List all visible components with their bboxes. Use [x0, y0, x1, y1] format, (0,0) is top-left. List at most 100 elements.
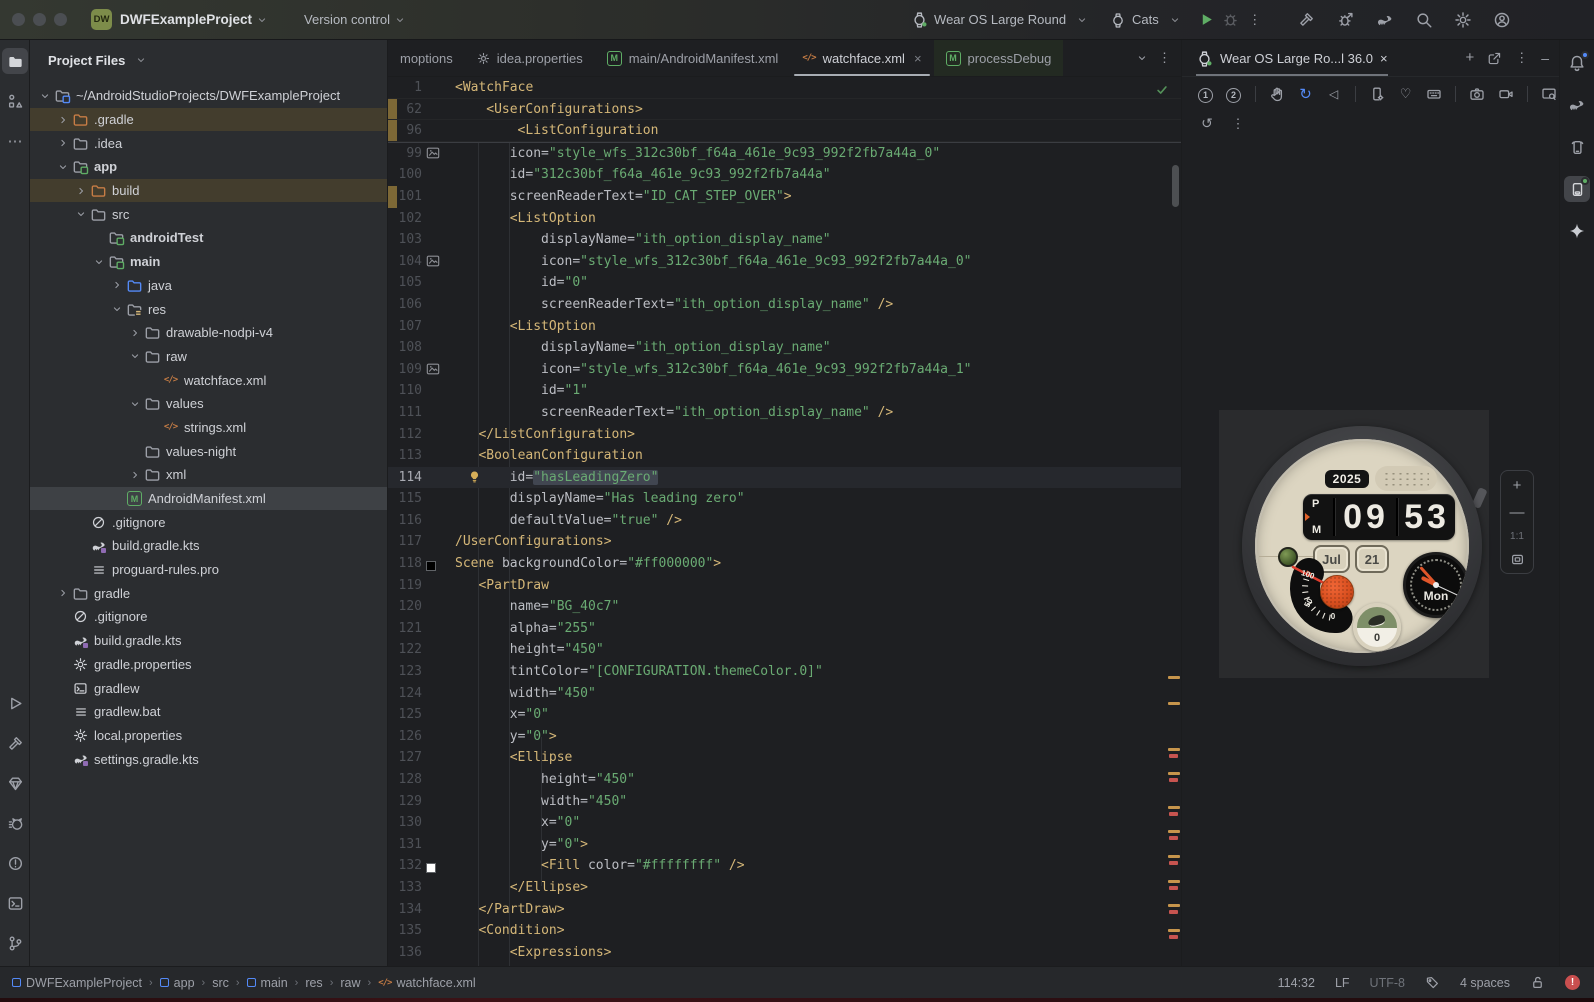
code-line-109[interactable]: 109 icon="style_wfs_312c30bf_f64a_461e_9c… [388, 359, 1181, 381]
chevron-right-icon[interactable] [54, 137, 71, 149]
tree-row-values-night[interactable]: values-night [30, 439, 387, 463]
code-line-118[interactable]: 118 Scene backgroundColor="#ff000000"> [388, 553, 1181, 575]
hide-panel-button[interactable]: – [1541, 50, 1549, 66]
git-branch-button[interactable] [2, 930, 28, 956]
more-actions-button[interactable]: ⋮ [1243, 8, 1267, 32]
error-stripe-mark[interactable] [1169, 886, 1178, 890]
code-line-121[interactable]: 121 alpha="255" [388, 618, 1181, 640]
maximize-window-button[interactable] [54, 13, 67, 26]
code-line-136[interactable]: 136 <Expressions> [388, 942, 1181, 964]
tree-row-app[interactable]: app [30, 155, 387, 179]
error-stripe-mark[interactable] [1169, 812, 1178, 816]
code-line-104[interactable]: 104 icon="style_wfs_312c30bf_f64a_461e_9c… [388, 251, 1181, 273]
chevron-right-icon[interactable] [54, 587, 71, 599]
tree-row-raw[interactable]: raw [30, 345, 387, 369]
breadcrumb-watchface-xml[interactable]: </> watchface.xml [378, 976, 475, 990]
device-tab[interactable]: Wear OS Large Ro...l 36.0 × [1196, 40, 1388, 76]
error-stripe-mark[interactable] [1169, 778, 1178, 782]
chevron-right-icon[interactable] [54, 114, 71, 126]
line-ending[interactable]: LF [1335, 976, 1350, 990]
code-line-111[interactable]: 111 screenReaderText="ith_option_display_… [388, 402, 1181, 424]
breadcrumb-app[interactable]: app [159, 976, 195, 990]
chevron-down-icon[interactable] [90, 256, 107, 268]
tree-row-build-gradle-kts[interactable]: build.gradle.kts [30, 629, 387, 653]
tree-row-java[interactable]: java [30, 274, 387, 298]
breadcrumb-main[interactable]: main [246, 976, 288, 990]
code-line-107[interactable]: 107 <ListOption [388, 316, 1181, 338]
more-button[interactable]: ⋯ [2, 128, 28, 154]
zoom-fit-button[interactable] [1510, 552, 1525, 567]
code-line-130[interactable]: 130 x="0" [388, 812, 1181, 834]
tree-row-strings-xml[interactable]: </> strings.xml [30, 416, 387, 440]
project-view-selector[interactable]: Project Files [48, 53, 125, 68]
circle-1-button[interactable]: 1 [1196, 83, 1215, 105]
close-tab-button[interactable]: × [914, 51, 922, 66]
warning-stripe-mark[interactable] [1168, 929, 1180, 932]
warning-stripe-mark[interactable] [1168, 748, 1180, 751]
warning-stripe-mark[interactable] [1168, 904, 1180, 907]
structure-button[interactable] [2, 88, 28, 114]
chevron-right-icon[interactable] [72, 185, 89, 197]
code-line-112[interactable]: 112 </ListConfiguration> [388, 424, 1181, 446]
tree-row-gradlew-bat[interactable]: gradlew.bat [30, 700, 387, 724]
phone-settings-button[interactable] [1368, 83, 1387, 105]
warning-stripe-mark[interactable] [1168, 855, 1180, 858]
tree-row-values[interactable]: values [30, 392, 387, 416]
warning-stripe-mark[interactable] [1168, 880, 1180, 883]
code-line-117[interactable]: 117/UserConfigurations> [388, 531, 1181, 553]
caret-position[interactable]: 114:32 [1278, 976, 1315, 990]
back-triangle-button[interactable]: ◁ [1324, 83, 1343, 105]
close-window-button[interactable] [12, 13, 25, 26]
code-line-1[interactable]: 1 <WatchFace [388, 77, 1181, 99]
zoom-out-button[interactable]: — [1510, 504, 1525, 521]
editor-tab-watchface-xml[interactable]: </> watchface.xml × [790, 40, 933, 76]
code-line-113[interactable]: 113 <BooleanConfiguration [388, 445, 1181, 467]
chevron-down-icon[interactable] [108, 303, 125, 315]
add-device-button[interactable]: + [1465, 49, 1474, 67]
chevron-right-icon[interactable] [108, 279, 125, 291]
circle-2-button[interactable]: 2 [1224, 83, 1243, 105]
screen-search-button[interactable] [1540, 83, 1559, 105]
code-line-131[interactable]: 131 y="0"> [388, 834, 1181, 856]
swatch-black-icon[interactable] [426, 556, 441, 572]
kebab-button[interactable]: ⋮ [1227, 113, 1249, 135]
tree-row-src[interactable]: src [30, 202, 387, 226]
inspections-ok-icon[interactable] [1155, 83, 1169, 97]
editor-scrollbar[interactable] [1172, 165, 1179, 207]
tree-row-androidmanifest-xml[interactable]: M AndroidManifest.xml [30, 486, 387, 511]
gemini-sparkle-button[interactable] [1564, 218, 1590, 244]
tree-row--gitignore[interactable]: .gitignore [30, 605, 387, 629]
code-line-96[interactable]: 96 <ListConfiguration [388, 120, 1181, 142]
code-line-103[interactable]: 103 displayName="ith_option_display_name" [388, 229, 1181, 251]
minimize-window-button[interactable] [33, 13, 46, 26]
warning-stripe-mark[interactable] [1168, 702, 1180, 705]
run-button[interactable] [1195, 8, 1219, 32]
chevron-down-icon[interactable] [54, 161, 71, 173]
tree-row-gradlew[interactable]: gradlew [30, 676, 387, 700]
breadcrumb-src[interactable]: src [212, 976, 229, 990]
chevron-down-icon[interactable] [72, 208, 89, 220]
code-line-128[interactable]: 128 height="450" [388, 769, 1181, 791]
panel-options-button[interactable]: ⋮ [1515, 49, 1528, 67]
rotate-button[interactable]: ↻ [1296, 83, 1315, 105]
code-editor[interactable]: 1 <WatchFace 62 <UserConfigurations> 96 <List… [388, 77, 1181, 966]
tag-icon[interactable] [1425, 975, 1440, 990]
code-line-110[interactable]: 110 id="1" [388, 380, 1181, 402]
indent-setting[interactable]: 4 spaces [1460, 976, 1510, 990]
error-stripe-mark[interactable] [1169, 861, 1178, 865]
gem-button[interactable] [2, 770, 28, 796]
code-line-127[interactable]: 127 <Ellipse [388, 747, 1181, 769]
tree-row-settings-gradle-kts[interactable]: settings.gradle.kts [30, 747, 387, 771]
tree-row-androidtest[interactable]: androidTest [30, 226, 387, 250]
code-line-134[interactable]: 134 </PartDraw> [388, 899, 1181, 921]
zoom-in-button[interactable]: + [1513, 477, 1522, 494]
code-line-62[interactable]: 62 <UserConfigurations> [388, 98, 1181, 121]
code-line-114[interactable]: 114 id="hasLeadingZero" [388, 466, 1181, 489]
code-line-120[interactable]: 120 name="BG_40c7" [388, 596, 1181, 618]
code-line-101[interactable]: 101 screenReaderText="ID_CAT_STEP_OVER"> [388, 185, 1181, 208]
tree-row--idea[interactable]: .idea [30, 131, 387, 155]
run-button[interactable] [2, 690, 28, 716]
tree-row-build[interactable]: build [30, 178, 387, 203]
tree-row-watchface-xml[interactable]: </> watchface.xml [30, 368, 387, 392]
run-config-selector[interactable]: Cats [1110, 12, 1181, 28]
